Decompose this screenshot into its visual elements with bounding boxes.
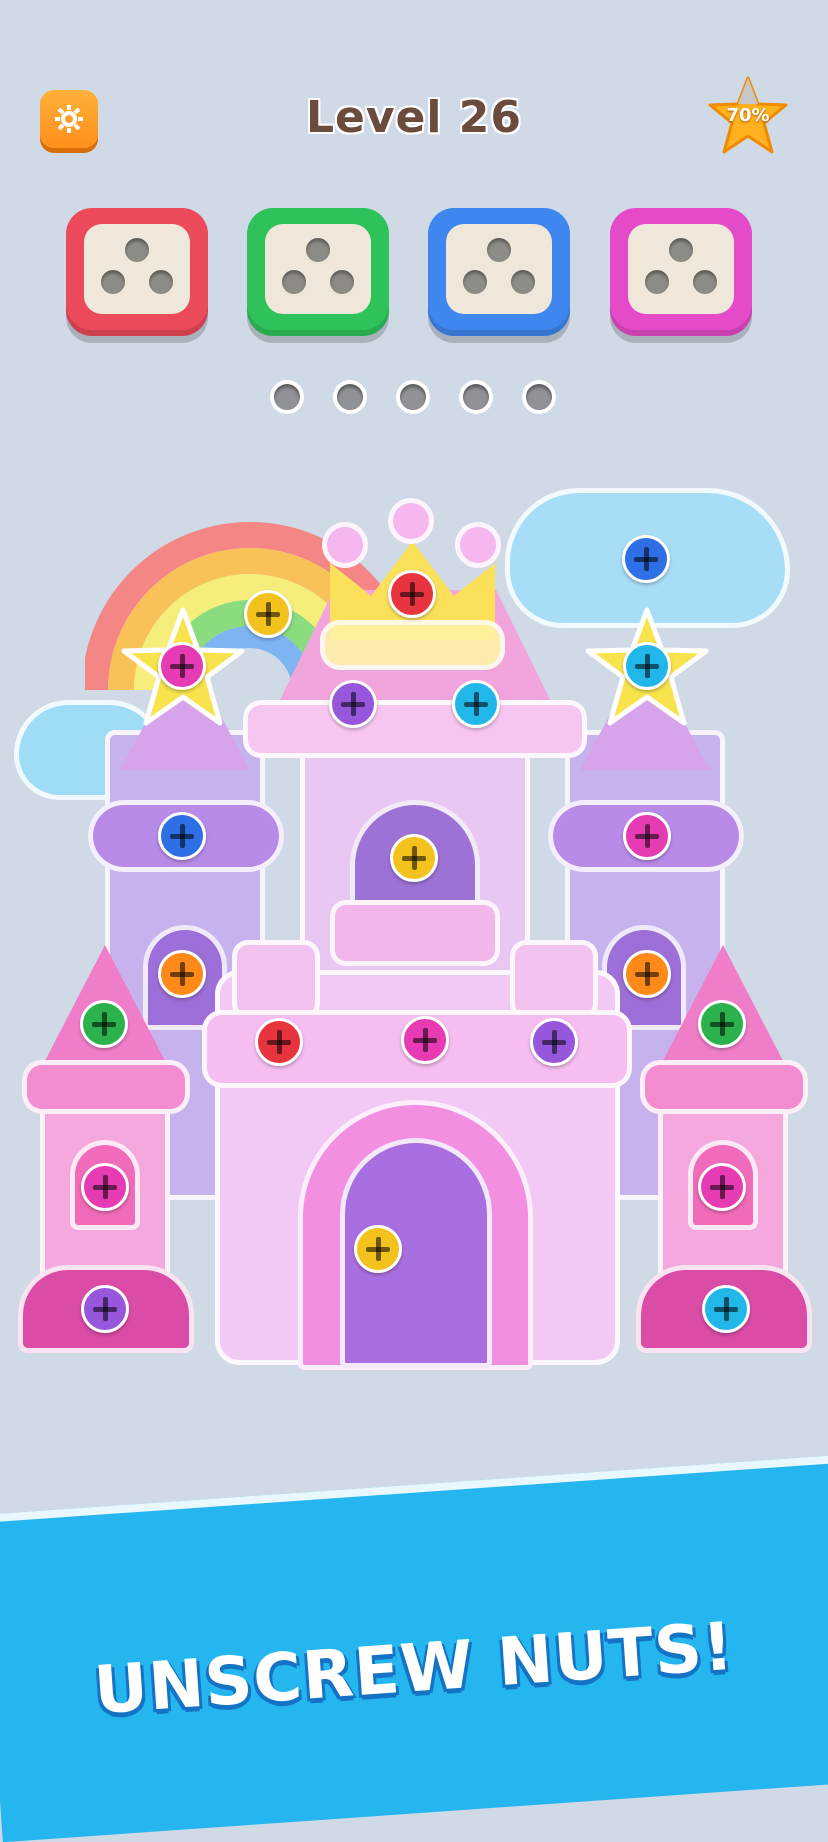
screw-hole bbox=[463, 270, 487, 294]
screw-hole bbox=[511, 270, 535, 294]
screw-hole bbox=[149, 270, 173, 294]
front-battlement-right[interactable] bbox=[510, 940, 598, 1020]
progress-percent: 70% bbox=[726, 105, 770, 126]
screw-hole bbox=[101, 270, 125, 294]
screw-icon[interactable] bbox=[244, 590, 292, 638]
screw-box-tray bbox=[446, 224, 552, 314]
center-ledge[interactable] bbox=[243, 700, 587, 758]
screw-icon[interactable] bbox=[623, 812, 671, 860]
screw-icon[interactable] bbox=[158, 950, 206, 998]
screw-hole bbox=[125, 238, 149, 262]
crown-ball-mid[interactable] bbox=[388, 498, 434, 544]
screw-box-green bbox=[247, 208, 389, 336]
screw-icon[interactable] bbox=[623, 950, 671, 998]
screw-icon[interactable] bbox=[329, 680, 377, 728]
screw-hole bbox=[282, 270, 306, 294]
center-balcony[interactable] bbox=[330, 900, 500, 966]
screw-hole bbox=[306, 238, 330, 262]
screw-icon[interactable] bbox=[390, 834, 438, 882]
extra-slot bbox=[459, 380, 493, 414]
progress-star-badge: 70% bbox=[706, 74, 790, 158]
screw-icon[interactable] bbox=[452, 680, 500, 728]
screw-icon[interactable] bbox=[158, 642, 206, 690]
screw-hole bbox=[330, 270, 354, 294]
screw-box-tray bbox=[265, 224, 371, 314]
screw-hole bbox=[669, 238, 693, 262]
extra-slot bbox=[522, 380, 556, 414]
screw-hole bbox=[487, 238, 511, 262]
level-title: Level 26 bbox=[305, 92, 523, 143]
screw-icon[interactable] bbox=[80, 1000, 128, 1048]
screw-icon[interactable] bbox=[255, 1018, 303, 1066]
crown-band[interactable] bbox=[320, 620, 505, 670]
screw-icon[interactable] bbox=[81, 1163, 129, 1211]
band-front-left[interactable] bbox=[22, 1060, 190, 1114]
castle-puzzle bbox=[0, 470, 828, 1370]
screw-icon[interactable] bbox=[158, 812, 206, 860]
screw-icon[interactable] bbox=[401, 1016, 449, 1064]
screw-hole bbox=[645, 270, 669, 294]
band-front-right[interactable] bbox=[640, 1060, 808, 1114]
extra-slot bbox=[270, 380, 304, 414]
screw-box-pink bbox=[610, 208, 752, 336]
crown-ball-right[interactable] bbox=[455, 522, 501, 568]
screw-icon[interactable] bbox=[354, 1225, 402, 1273]
crown-ball-left[interactable] bbox=[322, 522, 368, 568]
screw-icon[interactable] bbox=[388, 570, 436, 618]
screw-icon[interactable] bbox=[530, 1018, 578, 1066]
screw-icon[interactable] bbox=[698, 1163, 746, 1211]
screw-icon[interactable] bbox=[702, 1285, 750, 1333]
extra-slot bbox=[333, 380, 367, 414]
screw-hole bbox=[693, 270, 717, 294]
screw-box-tray bbox=[628, 224, 734, 314]
screw-icon[interactable] bbox=[623, 642, 671, 690]
screw-box-red bbox=[66, 208, 208, 336]
extra-slot bbox=[396, 380, 430, 414]
screw-icon[interactable] bbox=[622, 535, 670, 583]
screw-box-tray bbox=[84, 224, 190, 314]
screw-box-blue bbox=[428, 208, 570, 336]
screw-icon[interactable] bbox=[81, 1285, 129, 1333]
screw-icon[interactable] bbox=[698, 1000, 746, 1048]
front-battlement-left[interactable] bbox=[232, 940, 320, 1020]
